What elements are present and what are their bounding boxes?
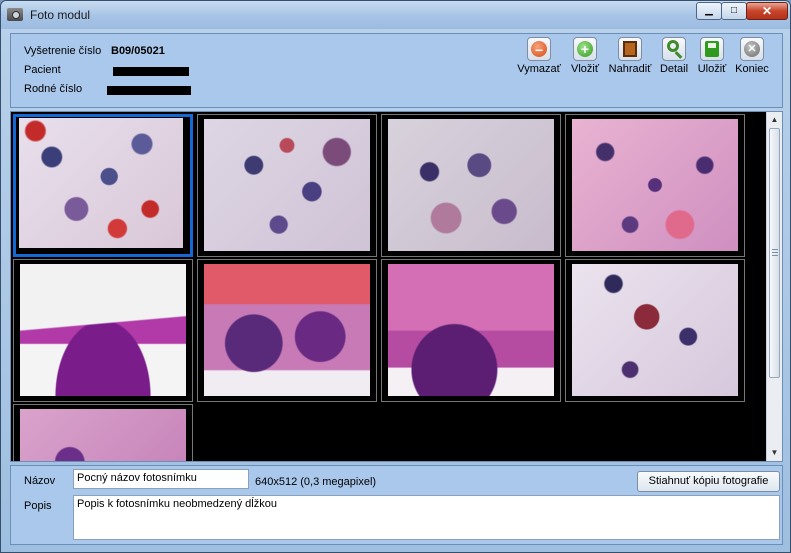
birth-number-label: Rodné číslo	[24, 83, 83, 95]
foto-modul-window: Foto modul ▁ □ ✕ Vyšetrenie číslo B09/05…	[0, 0, 791, 553]
save-label: Uložiť	[697, 63, 727, 75]
photo-thumbnail[interactable]	[13, 404, 193, 461]
detail-button[interactable]: Detail	[657, 37, 691, 75]
exit-icon: ✕	[740, 37, 764, 61]
photo-thumbnail[interactable]	[565, 114, 745, 257]
thumbnail-image	[19, 118, 183, 248]
toolbar: – Vymazať + Vložiť Nahradiť Detail Uloži…	[517, 37, 777, 85]
exit-label: Koniec	[735, 63, 769, 75]
photo-thumbnail[interactable]	[13, 114, 193, 257]
patient-label: Pacient	[24, 64, 61, 76]
exit-button[interactable]: ✕ Koniec	[733, 37, 771, 75]
camera-icon	[7, 8, 23, 21]
minimize-button[interactable]: ▁	[696, 2, 722, 20]
thumbnail-image	[572, 119, 738, 251]
photo-thumbnail[interactable]	[565, 259, 745, 402]
thumbnail-image	[20, 264, 186, 396]
delete-icon: –	[527, 37, 551, 61]
film-icon	[618, 37, 642, 61]
photo-gallery: ▲ ▼	[10, 111, 783, 462]
title-bar[interactable]: Foto modul ▁ □ ✕	[1, 1, 790, 29]
thumbnail-image	[204, 264, 370, 396]
delete-button[interactable]: – Vymazať	[517, 37, 561, 75]
exam-number-label: Vyšetrenie číslo	[24, 45, 102, 57]
thumbnail-image	[20, 409, 186, 461]
gallery-scrollbar[interactable]: ▲ ▼	[766, 112, 782, 461]
save-icon	[700, 37, 724, 61]
insert-button[interactable]: + Vložiť	[565, 37, 605, 75]
photo-thumbnail[interactable]	[13, 259, 193, 402]
add-icon: +	[573, 37, 597, 61]
close-button[interactable]: ✕	[746, 2, 788, 20]
name-label: Názov	[24, 475, 56, 487]
photo-resolution: 640x512 (0,3 megapixel)	[255, 476, 377, 488]
magnifier-icon	[662, 37, 686, 61]
replace-label: Nahradiť	[608, 63, 652, 75]
thumbnail-image	[204, 119, 370, 251]
record-header: Vyšetrenie číslo B09/05021 Pacient Rodné…	[10, 33, 783, 108]
photo-name-input[interactable]: Pocný názov fotosnímku	[73, 469, 249, 489]
delete-label: Vymazať	[517, 63, 561, 75]
scroll-down-arrow-icon[interactable]: ▼	[767, 445, 782, 461]
exam-number-value: B09/05021	[111, 45, 165, 57]
photo-details-panel: Názov Pocný názov fotosnímku 640x512 (0,…	[10, 465, 783, 545]
photo-thumbnail[interactable]	[381, 259, 561, 402]
save-button[interactable]: Uložiť	[695, 37, 729, 75]
birth-number-redacted	[107, 86, 191, 95]
thumbnail-image	[388, 119, 554, 251]
download-copy-button[interactable]: Stiahnuť kópiu fotografie	[637, 471, 780, 492]
replace-button[interactable]: Nahradiť	[607, 37, 653, 75]
thumbnail-image	[572, 264, 738, 396]
photo-description-textarea[interactable]: Popis k fotosnímku neobmedzený dĺžkou	[73, 495, 780, 540]
thumbnail-image	[388, 264, 554, 396]
window-title: Foto modul	[30, 8, 91, 22]
description-label: Popis	[24, 500, 52, 512]
photo-thumbnail[interactable]	[197, 114, 377, 257]
patient-name-redacted	[113, 67, 189, 76]
maximize-button[interactable]: □	[721, 2, 747, 20]
scroll-up-arrow-icon[interactable]: ▲	[767, 112, 782, 128]
scrollbar-thumb[interactable]	[769, 128, 780, 378]
photo-thumbnail[interactable]	[381, 114, 561, 257]
photo-thumbnail[interactable]	[197, 259, 377, 402]
insert-label: Vložiť	[571, 63, 599, 75]
detail-label: Detail	[659, 63, 689, 75]
